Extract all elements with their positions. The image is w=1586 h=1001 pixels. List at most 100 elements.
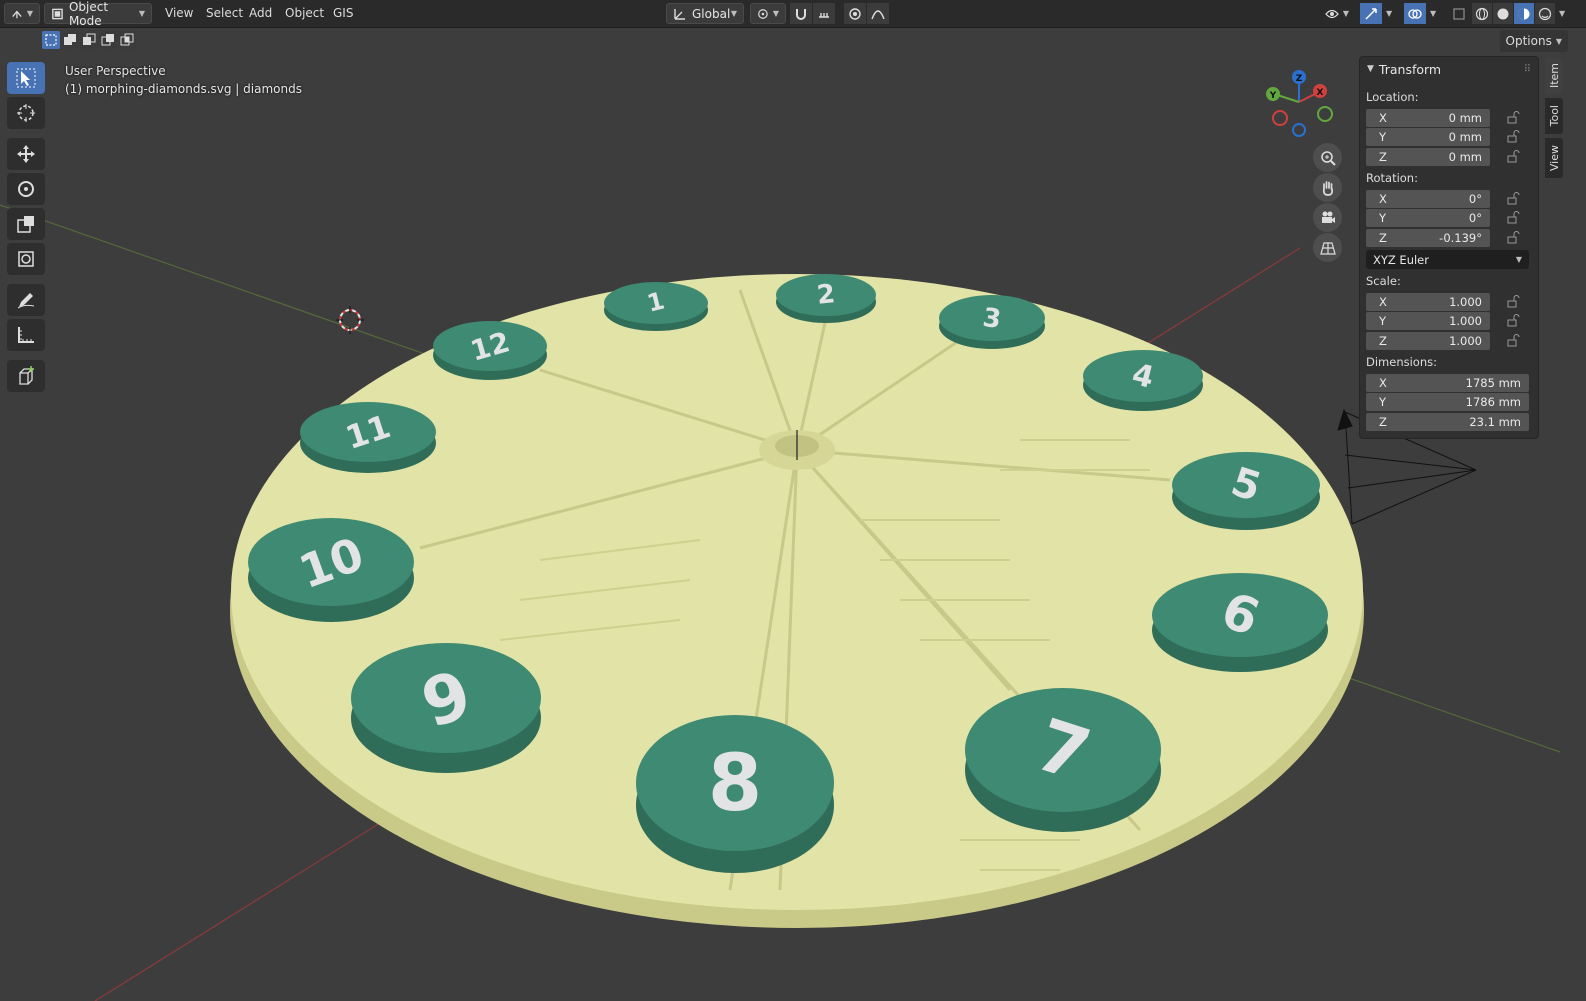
scale-x-field[interactable]: X 1.000 [1366,292,1490,311]
falloff-dropdown[interactable] [867,3,889,24]
pivot-dropdown[interactable]: ▼ [750,3,786,24]
gizmo-neg-x[interactable] [1272,110,1288,126]
snap-toggle[interactable] [790,3,812,24]
tool-measure[interactable] [7,319,45,351]
xray-toggle[interactable] [1450,3,1468,24]
dimensions-x-field[interactable]: X 1785 mm [1366,373,1529,392]
zoom-button[interactable] [1313,143,1342,172]
select-mode-intersect[interactable] [118,31,136,49]
scale-y-field[interactable]: Y 1.000 [1366,311,1490,330]
unlock-icon[interactable] [1506,149,1520,164]
zoom-magnifier-icon [1320,150,1336,166]
field-value: 23.1 mm [1469,414,1521,429]
menu-object[interactable]: Object [280,3,329,24]
select-mode-set[interactable] [42,31,60,49]
xray-icon [1453,7,1465,20]
unlock-icon[interactable] [1506,191,1520,206]
shading-rendered[interactable] [1535,3,1555,24]
rotation-x-field[interactable]: X 0° [1366,189,1490,208]
badge-5[interactable]: 5 [1172,452,1320,530]
visibility-dropdown[interactable]: ▼ [1318,3,1356,24]
unlock-icon[interactable] [1506,294,1520,309]
badge-7[interactable]: 7 [965,688,1161,832]
gizmo-neg-z[interactable] [1292,123,1306,137]
chevron-down-icon[interactable]: ▼ [1430,9,1436,18]
tool-rotate[interactable] [7,173,45,205]
proportional-edit-icon [849,7,861,20]
3d-viewport[interactable]: 1 2 3 4 5 6 7 8 9 10 11 12 [0,0,1586,1001]
tool-annotate[interactable] [7,284,45,316]
chevron-down-icon[interactable]: ▼ [1559,9,1565,18]
shading-wireframe[interactable] [1472,3,1492,24]
badge-11[interactable]: 11 [300,402,436,473]
tab-tool[interactable]: Tool [1545,98,1563,134]
pan-button[interactable] [1313,173,1342,202]
options-dropdown[interactable]: Options ▼ [1499,30,1568,52]
transform-panel-header[interactable]: ▼ Transform ⠿ [1360,57,1538,81]
chevron-down-icon[interactable]: ▼ [1386,9,1392,18]
unlock-icon[interactable] [1506,230,1520,245]
tab-view[interactable]: View [1545,138,1563,178]
field-value: 1786 mm [1465,394,1521,409]
tab-label: View [1547,144,1561,172]
mode-dropdown[interactable]: Object Mode ▼ [44,0,152,28]
badge-6[interactable]: 6 [1152,573,1328,672]
tool-select-box[interactable] [7,62,45,94]
select-mode-invert[interactable] [99,31,117,49]
unlock-icon[interactable] [1506,129,1520,144]
3d-cursor[interactable] [336,306,364,334]
menu-add[interactable]: Add [244,3,277,24]
unlock-icon[interactable] [1506,110,1520,125]
badge-12[interactable]: 12 [433,321,547,380]
dimensions-z-field[interactable]: Z 23.1 mm [1366,412,1529,431]
badge-4[interactable]: 4 [1083,350,1203,411]
snap-target-dropdown[interactable] [813,3,835,24]
editor-type-dropdown[interactable]: ▼ [4,3,40,24]
badge-9[interactable]: 9 [351,643,541,773]
shading-solid[interactable] [1493,3,1513,24]
tool-add-cube[interactable] [7,360,45,392]
transform-orientation-dropdown[interactable]: Global ▼ [666,3,744,24]
menu-view[interactable]: View [160,3,198,24]
gizmo-y-label: Y [1269,91,1277,101]
navigation-gizmo[interactable]: Z X Y [1258,64,1340,146]
camera-view-button[interactable] [1313,203,1342,232]
drag-handle-icon[interactable]: ⠿ [1524,64,1532,75]
rotation-z-field[interactable]: Z -0.139° [1366,228,1490,247]
rotation-y-field[interactable]: Y 0° [1366,208,1490,227]
badge-8[interactable]: 8 [636,715,834,873]
rotation-mode-dropdown[interactable]: XYZ Euler ▼ [1366,250,1529,269]
badge-2[interactable]: 2 [776,274,876,323]
menu-gis[interactable]: GIS [328,3,358,24]
field-value: 0° [1468,191,1482,206]
overlay-toggle[interactable] [1404,3,1426,24]
gizmo-neg-y[interactable] [1317,106,1333,122]
tool-transform[interactable] [7,243,45,275]
dimensions-y-field[interactable]: Y 1786 mm [1366,392,1529,411]
tool-cursor[interactable] [7,97,45,129]
select-mode-subtract[interactable] [80,31,98,49]
unlock-icon[interactable] [1506,313,1520,328]
tool-move[interactable] [7,138,45,170]
tab-item[interactable]: Item [1545,58,1563,94]
location-z-field[interactable]: Z 0 mm [1366,147,1490,166]
select-mode-extend[interactable] [61,31,79,49]
proportional-edit-toggle[interactable] [844,3,866,24]
scale-z-field[interactable]: Z 1.000 [1366,331,1490,350]
scale-icon [17,216,34,233]
menu-select[interactable]: Select [201,3,248,24]
badge-3[interactable]: 3 [939,295,1045,349]
unlock-icon[interactable] [1506,210,1520,225]
gizmo-toggle[interactable] [1360,3,1382,24]
shading-material[interactable] [1514,3,1534,24]
badge-10[interactable]: 10 [248,518,414,622]
mode-label: Object Mode [68,0,109,28]
perspective-toggle-button[interactable] [1313,233,1342,262]
field-value: 1.000 [1449,294,1482,309]
location-y-field[interactable]: Y 0 mm [1366,127,1490,146]
badge-1[interactable]: 1 [604,282,708,331]
tool-scale[interactable] [7,208,45,240]
unlock-icon[interactable] [1506,333,1520,348]
location-x-field[interactable]: X 0 mm [1366,108,1490,127]
move-arrows-icon [17,145,35,163]
